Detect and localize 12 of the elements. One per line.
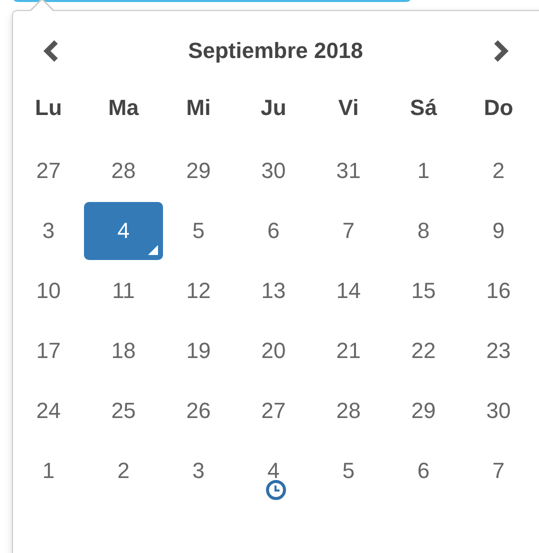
month-title[interactable]: Septiembre 2018 — [188, 38, 363, 64]
day-cell[interactable]: 4 — [84, 202, 163, 260]
weekday-label: Ju — [260, 94, 288, 122]
next-month-icon[interactable] — [492, 40, 508, 62]
weekday-label: Mi — [185, 94, 212, 122]
weekday-label: Vi — [337, 94, 360, 122]
weekday-label: Ma — [107, 94, 140, 122]
weekday-label: Sá — [409, 94, 438, 122]
weekday-label: Lu — [34, 94, 63, 122]
clock-icon[interactable] — [264, 479, 286, 501]
previous-month-icon[interactable] — [42, 40, 58, 62]
weekday-label: Do — [482, 94, 514, 122]
